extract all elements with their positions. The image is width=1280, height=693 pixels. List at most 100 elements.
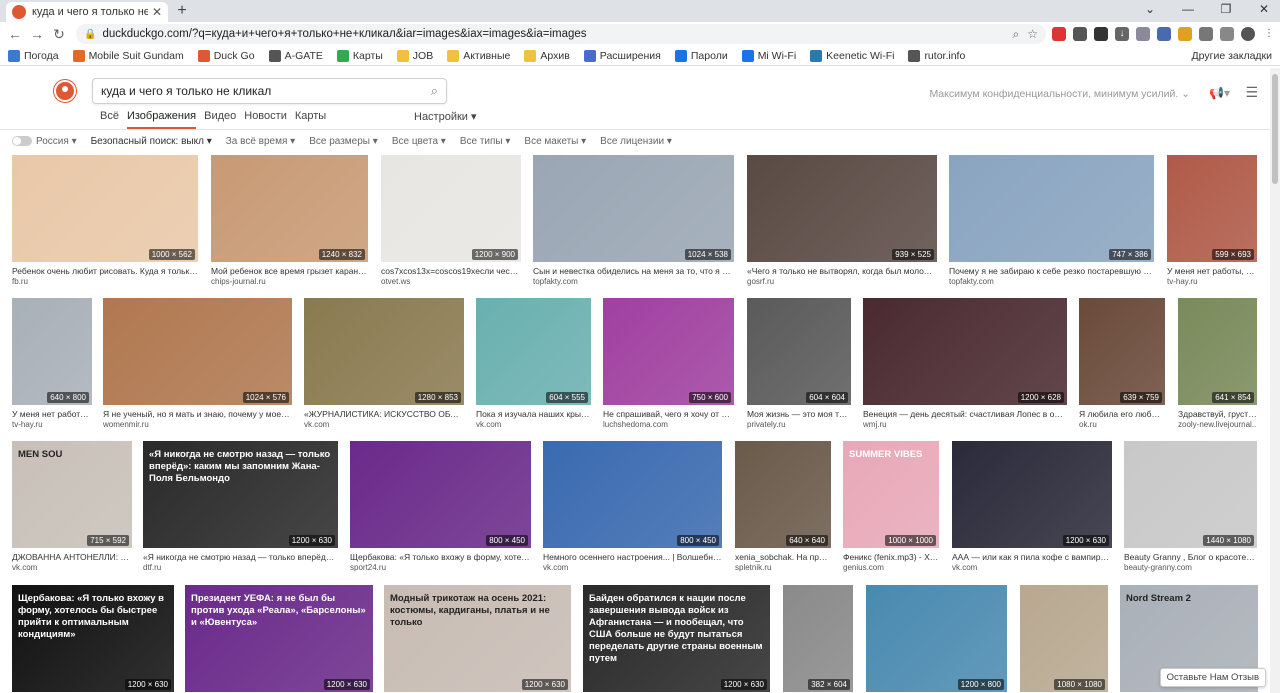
image-result[interactable]: SUMMER VIBES 1000 × 1000 Феникс (fenix.mp3… <box>843 441 939 572</box>
result-thumbnail[interactable]: 750 × 600 <box>603 298 734 405</box>
result-caption[interactable]: Сын и невестка обиделись на меня за то, … <box>533 266 734 276</box>
result-thumbnail[interactable]: Модный трикотаж на осень 2021: костюмы, … <box>384 585 571 692</box>
minimize-icon[interactable]: — <box>1180 2 1196 16</box>
back-icon[interactable]: ← <box>4 26 26 42</box>
image-result[interactable]: 1440 × 1080 Beauty Granny , Блог о красот… <box>1124 441 1257 572</box>
address-bar[interactable]: 🔒 duckduckgo.com/?q=куда+и+чего+я+только… <box>76 24 1046 44</box>
image-result[interactable]: 1200 × 630 ААА — или как я пила кофе с ва… <box>952 441 1112 572</box>
result-caption[interactable]: ААА — или как я пила кофе с вампирами... <box>952 552 1112 562</box>
result-source[interactable]: wmj.ru <box>863 420 1067 429</box>
extension-icon[interactable] <box>1157 27 1171 41</box>
image-result[interactable]: 599 × 693 У меня нет работы, дв... tv-hay.… <box>1167 155 1257 286</box>
image-result[interactable]: 641 × 854 Здравствуй, грусть... zooly-new.… <box>1178 298 1257 429</box>
duckduckgo-logo[interactable] <box>54 80 76 102</box>
image-result[interactable]: 1080 × 1080 <box>1020 585 1108 692</box>
result-thumbnail[interactable]: 604 × 604 <box>747 298 851 405</box>
maximize-icon[interactable]: ❐ <box>1218 2 1234 16</box>
result-source[interactable]: chips-journal.ru <box>211 277 368 286</box>
bookmark-item[interactable]: Keenetic Wi-Fi <box>810 49 894 62</box>
result-caption[interactable]: Моя жизнь — это моя терр... <box>747 409 851 419</box>
image-result[interactable]: 639 × 759 Я любила его любым,... ok.ru <box>1079 298 1165 429</box>
extension-icon[interactable] <box>1136 27 1150 41</box>
menu-icon[interactable]: ☰ <box>1245 84 1258 101</box>
result-caption[interactable]: Феникс (fenix.mp3) - Хот... <box>843 552 939 562</box>
result-caption[interactable]: Пока я изучала наших крымс... <box>476 409 591 419</box>
bookmark-item[interactable]: A-GATE <box>268 49 323 62</box>
result-thumbnail[interactable]: 1000 × 562 <box>12 155 198 262</box>
result-caption[interactable]: Не спрашивай, чего я хочу от жиз... <box>603 409 734 419</box>
result-caption[interactable]: Немного осеннего настроения... | Волшебн… <box>543 552 722 562</box>
result-source[interactable]: vk.com <box>952 563 1112 572</box>
result-source[interactable]: zooly-new.livejournal... <box>1178 420 1257 429</box>
image-result[interactable]: 1200 × 800 <box>866 585 1007 692</box>
result-thumbnail[interactable]: 1200 × 628 <box>863 298 1067 405</box>
extension-icon[interactable] <box>1052 27 1066 41</box>
image-result[interactable]: 382 × 604 <box>783 585 853 692</box>
page-scrollbar[interactable] <box>1270 68 1280 693</box>
result-thumbnail[interactable]: 747 × 386 <box>949 155 1154 262</box>
result-thumbnail[interactable]: 599 × 693 <box>1167 155 1257 262</box>
result-thumbnail[interactable]: 1024 × 538 <box>533 155 734 262</box>
bookmark-item[interactable]: Расширения <box>583 49 661 62</box>
result-caption[interactable]: Beauty Granny , Блог о красоте и н... <box>1124 552 1257 562</box>
result-thumbnail[interactable]: Президент УЕФА: я не был бы против ухода… <box>185 585 373 692</box>
result-thumbnail[interactable]: MEN SOU 715 × 592 <box>12 441 132 548</box>
avatar[interactable] <box>1241 27 1255 41</box>
image-result[interactable]: 1200 × 900 cos7xcos13x=coscos19xесли чест… <box>381 155 521 286</box>
puzzle-icon[interactable] <box>1199 27 1213 41</box>
result-caption[interactable]: Я любила его любым,... <box>1079 409 1165 419</box>
image-result[interactable]: Щербакова: «Я только вхожу в форму, хоте… <box>12 585 174 692</box>
filter-dropdown[interactable]: Все размеры ▾ <box>309 136 378 147</box>
other-bookmarks[interactable]: Другие закладки <box>1188 50 1272 62</box>
result-caption[interactable]: «Чего я только не вытворял, когда был мо… <box>747 266 937 276</box>
close-window-icon[interactable]: ✕ <box>1256 2 1272 16</box>
settings-dropdown[interactable]: Настройки ▾ <box>414 110 477 123</box>
download-icon[interactable]: ↓ <box>1115 27 1129 41</box>
region-filter[interactable]: Россия ▾ <box>12 136 77 147</box>
result-thumbnail[interactable]: 640 × 800 <box>12 298 92 405</box>
result-thumbnail[interactable]: 1200 × 630 <box>952 441 1112 548</box>
image-result[interactable]: 1024 × 538 Сын и невестка обиделись на ме… <box>533 155 734 286</box>
result-source[interactable]: genius.com <box>843 563 939 572</box>
lock-icon[interactable]: 🔒 <box>84 29 96 40</box>
search-box[interactable]: ⌕ <box>92 78 447 104</box>
result-caption[interactable]: Мой ребенок все время грызет каранда... <box>211 266 368 276</box>
bookmark-item[interactable]: Duck Go <box>197 49 255 62</box>
bookmark-item[interactable]: JOB <box>396 49 433 62</box>
result-thumbnail[interactable]: Байден обратился к нации после завершени… <box>583 585 770 692</box>
bookmark-item[interactable]: Активные <box>447 49 510 62</box>
filter-dropdown[interactable]: Все типы ▾ <box>460 136 511 147</box>
image-result[interactable]: 939 × 525 «Чего я только не вытворял, ког… <box>747 155 937 286</box>
result-thumbnail[interactable]: 939 × 525 <box>747 155 937 262</box>
result-thumbnail[interactable]: 1024 × 576 <box>103 298 292 405</box>
result-source[interactable]: fb.ru <box>12 277 198 286</box>
image-result[interactable]: 1280 × 853 «ЖУРНАЛИСТИКА: ИСКУССТВО ОБЪЯС… <box>304 298 464 429</box>
filter-dropdown[interactable]: Все цвета ▾ <box>392 136 446 147</box>
image-result[interactable]: 1000 × 562 Ребенок очень любит рисовать. … <box>12 155 198 286</box>
search-tab[interactable]: Всё <box>100 110 119 129</box>
result-caption[interactable]: Ребенок очень любит рисовать. Куда я тол… <box>12 266 198 276</box>
result-source[interactable]: vk.com <box>12 563 132 572</box>
result-caption[interactable]: Почему я не забираю к себе резко постаре… <box>949 266 1154 276</box>
result-thumbnail[interactable]: «Я никогда не смотрю назад — только впер… <box>143 441 338 548</box>
result-caption[interactable]: xenia_sobchak. На прем... <box>735 552 831 562</box>
feedback-button[interactable]: Оставьте Нам Отзыв <box>1159 668 1266 687</box>
playlist-icon[interactable] <box>1220 27 1234 41</box>
image-result[interactable]: Байден обратился к нации после завершени… <box>583 585 770 692</box>
search-tab[interactable]: Карты <box>295 110 326 129</box>
filter-dropdown[interactable]: Все макеты ▾ <box>524 136 586 147</box>
bookmark-item[interactable]: rutor.info <box>908 49 965 62</box>
forward-icon[interactable]: → <box>26 26 48 42</box>
result-source[interactable]: vk.com <box>543 563 722 572</box>
result-caption[interactable]: Венеция — день десятый: счастливая Лопес… <box>863 409 1067 419</box>
result-source[interactable]: tv-hay.ru <box>12 420 92 429</box>
bookmark-item[interactable]: Mobile Suit Gundam <box>72 49 184 62</box>
search-tab[interactable]: Видео <box>204 110 236 129</box>
image-result[interactable]: 640 × 800 У меня нет работы, ... tv-hay.ru <box>12 298 92 429</box>
result-thumbnail[interactable]: 1200 × 900 <box>381 155 521 262</box>
image-result[interactable]: Модный трикотаж на осень 2021: костюмы, … <box>384 585 571 692</box>
result-thumbnail[interactable]: 1080 × 1080 <box>1020 585 1108 692</box>
image-result[interactable]: Президент УЕФА: я не был бы против ухода… <box>185 585 373 692</box>
result-caption[interactable]: cos7xcos13x=coscos19xесли честно ... <box>381 266 521 276</box>
result-thumbnail[interactable]: 1440 × 1080 <box>1124 441 1257 548</box>
